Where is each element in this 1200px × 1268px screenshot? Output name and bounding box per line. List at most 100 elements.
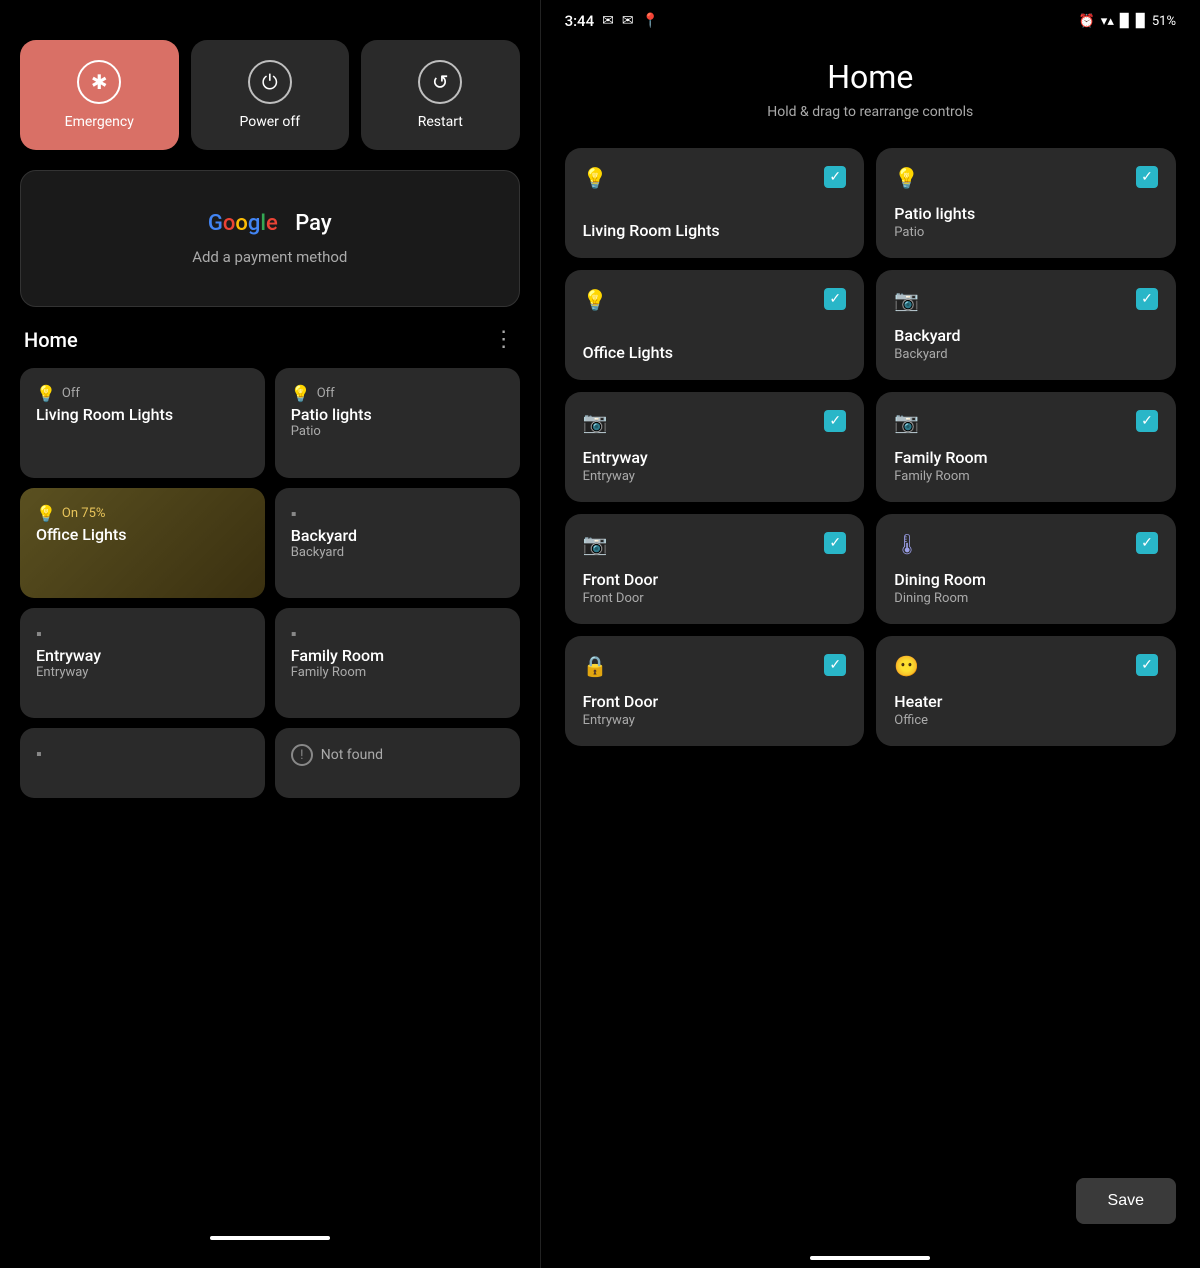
card-name: Front Door	[583, 692, 847, 711]
save-button[interactable]: Save	[1076, 1178, 1176, 1224]
home-menu-button[interactable]: ⋮	[493, 327, 516, 352]
g-yellow: o	[235, 211, 247, 236]
emergency-icon: ✱	[77, 60, 121, 104]
device-status-text: Off	[317, 386, 335, 401]
mail-icon1: ✉	[602, 13, 614, 29]
camera-icon3: ▪	[291, 624, 297, 644]
right-card-heater[interactable]: 😶 ✓ Heater Office	[876, 636, 1176, 746]
right-card-patio-lights[interactable]: 💡 ✓ Patio lights Patio	[876, 148, 1176, 258]
bottom-bar: Save	[541, 1162, 1200, 1248]
right-home-title: Home	[565, 58, 1176, 96]
checkbox[interactable]: ✓	[824, 410, 846, 432]
alarm-icon: ⏰	[1079, 14, 1095, 29]
restart-button[interactable]: ↺ Restart	[361, 40, 520, 150]
right-card-dining-room[interactable]: 🌡 ✓ Dining Room Dining Room	[876, 514, 1176, 624]
card-name: Dining Room	[894, 570, 1158, 589]
camera-icon: 📷	[894, 410, 919, 434]
device-sub: Entryway	[36, 665, 249, 680]
left-device-office-lights[interactable]: 💡 On 75% Office Lights	[20, 488, 265, 598]
status-left: 3:44 ✉ ✉ 📍	[565, 12, 659, 30]
not-found-row: ! Not found	[291, 744, 504, 766]
right-card-family-room[interactable]: 📷 ✓ Family Room Family Room	[876, 392, 1176, 502]
checkbox[interactable]: ✓	[824, 166, 846, 188]
card-sub: Front Door	[583, 591, 847, 606]
card-top: 📷 ✓	[894, 410, 1158, 434]
device-name: Backyard	[291, 526, 504, 545]
device-status-text: Off	[62, 386, 80, 401]
left-device-entryway[interactable]: ▪ Entryway Entryway	[20, 608, 265, 718]
device-name: Living Room Lights	[36, 405, 249, 424]
bulb-icon-on: 💡	[36, 504, 56, 523]
card-name: Backyard	[894, 326, 1158, 345]
left-device-family-room[interactable]: ▪ Family Room Family Room	[275, 608, 520, 718]
card-sub: Entryway	[583, 713, 847, 728]
card-name: Front Door	[583, 570, 847, 589]
checkbox[interactable]: ✓	[1136, 410, 1158, 432]
status-bar: 3:44 ✉ ✉ 📍 ⏰ ▾▴ ▉ ▉ 51%	[541, 0, 1200, 38]
bulb-icon: 💡	[583, 166, 608, 190]
camera-icon: 📷	[894, 288, 919, 312]
left-device-living-room-lights[interactable]: 💡 Off Living Room Lights	[20, 368, 265, 478]
emergency-label: Emergency	[65, 114, 134, 130]
device-status: 💡 Off	[36, 384, 249, 403]
checkbox[interactable]: ✓	[1136, 288, 1158, 310]
g-red2: e	[266, 211, 278, 236]
card-sub: Family Room	[894, 469, 1158, 484]
gpay-subtitle: Add a payment method	[192, 248, 347, 266]
left-bottom-partial: ▪ ! Not found	[20, 728, 520, 798]
checkbox[interactable]: ✓	[824, 288, 846, 310]
right-panel: 3:44 ✉ ✉ 📍 ⏰ ▾▴ ▉ ▉ 51% Home Hold & drag…	[541, 0, 1200, 1268]
device-status-text: On 75%	[62, 506, 105, 521]
card-bottom: Dining Room Dining Room	[894, 570, 1158, 606]
power-off-label: Power off	[239, 114, 300, 130]
left-partial-card-2[interactable]: ! Not found	[275, 728, 520, 798]
card-top: 🌡 ✓	[894, 532, 1158, 556]
checkbox[interactable]: ✓	[1136, 654, 1158, 676]
card-bottom: Family Room Family Room	[894, 448, 1158, 484]
left-partial-card-1[interactable]: ▪	[20, 728, 265, 798]
card-bottom: Backyard Backyard	[894, 326, 1158, 362]
device-sub: Patio	[291, 424, 504, 439]
left-device-patio-lights[interactable]: 💡 Off Patio lights Patio	[275, 368, 520, 478]
checkbox[interactable]: ✓	[1136, 166, 1158, 188]
device-status: 💡 On 75%	[36, 504, 249, 523]
right-card-front-door-cam[interactable]: 📷 ✓ Front Door Front Door	[565, 514, 865, 624]
checkbox[interactable]: ✓	[824, 532, 846, 554]
right-card-front-door-lock[interactable]: 🔒 ✓ Front Door Entryway	[565, 636, 865, 746]
device-status: ▪	[291, 504, 504, 524]
right-card-backyard[interactable]: 📷 ✓ Backyard Backyard	[876, 270, 1176, 380]
left-device-backyard[interactable]: ▪ Backyard Backyard	[275, 488, 520, 598]
right-card-living-room-lights[interactable]: 💡 ✓ Living Room Lights	[565, 148, 865, 258]
checkbox[interactable]: ✓	[1136, 532, 1158, 554]
g-red: o	[223, 211, 235, 236]
card-top: 😶 ✓	[894, 654, 1158, 678]
device-status: ▪	[291, 624, 504, 644]
mail-icon2: ✉	[622, 13, 634, 29]
device-sub: Family Room	[291, 665, 504, 680]
gpay-logo: Google Pay	[208, 211, 332, 236]
bulb-icon: 💡	[894, 166, 919, 190]
card-name: Patio lights	[894, 204, 1158, 223]
location-icon: 📍	[642, 13, 659, 29]
bulb-icon: 💡	[583, 288, 608, 312]
device-name: Family Room	[291, 646, 504, 665]
gpay-card[interactable]: Google Pay Add a payment method	[20, 170, 520, 307]
power-off-button[interactable]: ⏻ Power off	[191, 40, 350, 150]
checkbox[interactable]: ✓	[824, 654, 846, 676]
emergency-button[interactable]: ✱ Emergency	[20, 40, 179, 150]
right-device-grid: 💡 ✓ Living Room Lights 💡 ✓ Patio lights …	[565, 148, 1176, 746]
card-name: Living Room Lights	[583, 221, 847, 240]
camera-icon: 📷	[583, 410, 608, 434]
card-bottom: Front Door Entryway	[583, 692, 847, 728]
wifi-icon: ▾▴	[1101, 14, 1114, 29]
card-sub: Backyard	[894, 347, 1158, 362]
camera-icon4: ▪	[36, 744, 249, 764]
card-name: Entryway	[583, 448, 847, 467]
power-buttons-row: ✱ Emergency ⏻ Power off ↺ Restart	[20, 40, 520, 150]
right-card-entryway[interactable]: 📷 ✓ Entryway Entryway	[565, 392, 865, 502]
card-top: 📷 ✓	[894, 288, 1158, 312]
right-card-office-lights[interactable]: 💡 ✓ Office Lights	[565, 270, 865, 380]
signal-icon: ▉	[1120, 14, 1130, 29]
not-found-text: Not found	[321, 747, 383, 763]
device-status: ▪	[36, 624, 249, 644]
